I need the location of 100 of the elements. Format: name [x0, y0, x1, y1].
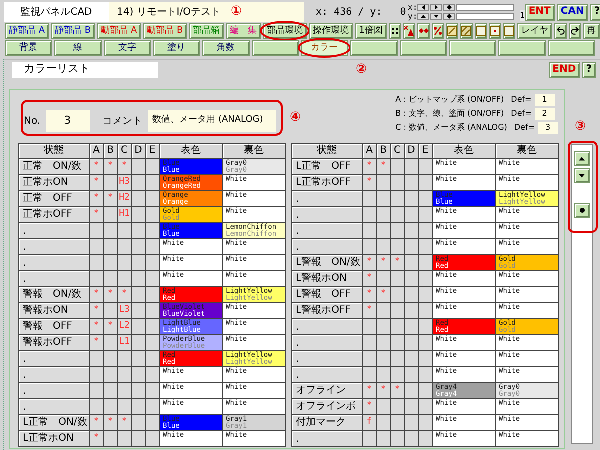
toolbar-button[interactable]: レイヤ — [517, 23, 552, 39]
flag-cell: * — [104, 287, 118, 303]
table-cell — [132, 399, 146, 415]
flag-cell: * — [90, 175, 104, 191]
flag-cell: H3 — [118, 175, 132, 191]
table-cell — [377, 367, 391, 383]
title-button[interactable]: ENT — [524, 4, 555, 20]
toolbar-button[interactable]: 再 — [582, 23, 600, 39]
flag-cell: * — [118, 415, 132, 431]
tab[interactable] — [350, 40, 398, 56]
table-cell — [118, 271, 132, 287]
title-button[interactable]: CAN — [556, 4, 588, 20]
table-cell — [363, 335, 377, 351]
comment-field[interactable]: 数値、メータ用 (ANALOG) — [148, 110, 276, 132]
toolbar-button[interactable]: 操作環境 — [309, 23, 354, 39]
flag-cell: * — [118, 287, 132, 303]
column-header: 表色 — [160, 144, 223, 159]
diamonds-icon — [418, 26, 429, 36]
table-cell — [363, 351, 377, 367]
table-cell — [132, 367, 146, 383]
table-cell — [118, 351, 132, 367]
state-cell: . — [19, 399, 90, 415]
table-cell — [146, 383, 160, 399]
table-cell — [118, 367, 132, 383]
tab[interactable] — [252, 40, 299, 56]
table-cell — [146, 335, 160, 351]
toolbar-button[interactable]: 静部品 A — [5, 23, 50, 39]
table-cell — [405, 271, 419, 287]
undo-icon — [556, 26, 566, 36]
toolbar-icon-button[interactable] — [568, 23, 581, 39]
default-value-field[interactable]: 1 — [534, 94, 555, 106]
tab[interactable] — [548, 40, 595, 56]
panel-button[interactable]: END — [548, 62, 580, 78]
toolbar-button[interactable]: 静部品 B — [51, 23, 96, 39]
tab[interactable]: 背景 — [5, 40, 52, 56]
column-header: D — [405, 144, 419, 159]
table-cell — [90, 367, 104, 383]
default-value-field[interactable]: 2 — [534, 108, 555, 120]
table-cell — [146, 399, 160, 415]
table-cell — [391, 415, 405, 431]
flag-cell: * — [363, 287, 377, 303]
state-cell: . — [292, 319, 363, 335]
tab[interactable] — [498, 40, 546, 56]
flag-cell: * — [377, 287, 391, 303]
table-cell — [419, 207, 433, 223]
tab[interactable]: カラー — [300, 40, 348, 56]
tab[interactable] — [448, 40, 496, 56]
state-cell: . — [292, 367, 363, 383]
toolbar-icon-button[interactable] — [554, 23, 567, 39]
flag-cell: * — [363, 175, 377, 191]
table-cell — [104, 351, 118, 367]
toolbar-button[interactable]: 部品環境 — [263, 23, 308, 39]
table-cell — [132, 191, 146, 207]
table-cell — [132, 303, 146, 319]
scroll-up-button[interactable] — [574, 151, 590, 166]
flag-cell: * — [90, 191, 104, 207]
state-cell: L警報 OFF — [292, 287, 363, 303]
column-header: 状態 — [292, 144, 363, 159]
tab[interactable]: 線 — [54, 40, 102, 56]
table-cell — [377, 303, 391, 319]
toolbar-button[interactable]: 部品箱 — [189, 23, 224, 39]
state-cell: . — [292, 431, 363, 447]
toolbar-button[interactable]: 1倍図 — [355, 23, 387, 39]
table-cell — [90, 399, 104, 415]
coordinates: x: 436 / y: 0 — [316, 6, 406, 20]
state-cell: L正常 ON/数 — [19, 415, 90, 431]
toolbar-button[interactable]: 動部品 B — [143, 23, 188, 39]
state-cell: L正常 OFF — [292, 159, 363, 175]
scrollbar[interactable] — [571, 144, 593, 444]
tab[interactable]: 塗り — [152, 40, 200, 56]
table-cell — [363, 239, 377, 255]
tab[interactable]: 角数 — [202, 40, 250, 56]
table-cell — [363, 223, 377, 239]
table-cell — [363, 367, 377, 383]
table-cell — [419, 255, 433, 271]
scroll-thumb[interactable] — [574, 203, 590, 218]
table-cell — [391, 271, 405, 287]
flag-cell: * — [363, 383, 377, 399]
table-cell — [419, 351, 433, 367]
panel-button[interactable]: ? — [582, 62, 596, 78]
default-value-field[interactable]: 3 — [538, 122, 558, 134]
column-header: A — [363, 144, 377, 159]
state-cell: L警報ホON — [292, 271, 363, 287]
title-button[interactable]: ? — [590, 4, 600, 20]
table-cell — [104, 207, 118, 223]
flag-cell: * — [104, 319, 118, 335]
tab[interactable]: 文字 — [104, 40, 151, 56]
table-cell — [405, 207, 419, 223]
number-field[interactable]: 3 — [46, 110, 90, 132]
scroll-down-button[interactable] — [574, 168, 590, 183]
table-cell — [132, 255, 146, 271]
table-cell — [104, 399, 118, 415]
table-cell — [132, 287, 146, 303]
tab[interactable] — [400, 40, 447, 56]
table-cell — [363, 319, 377, 335]
toolbar-button[interactable]: 動部品 A — [97, 23, 142, 39]
legend-label: Def= — [511, 94, 532, 106]
toolbar-icon-button[interactable] — [388, 23, 402, 39]
table-cell — [377, 223, 391, 239]
table-cell — [146, 415, 160, 431]
